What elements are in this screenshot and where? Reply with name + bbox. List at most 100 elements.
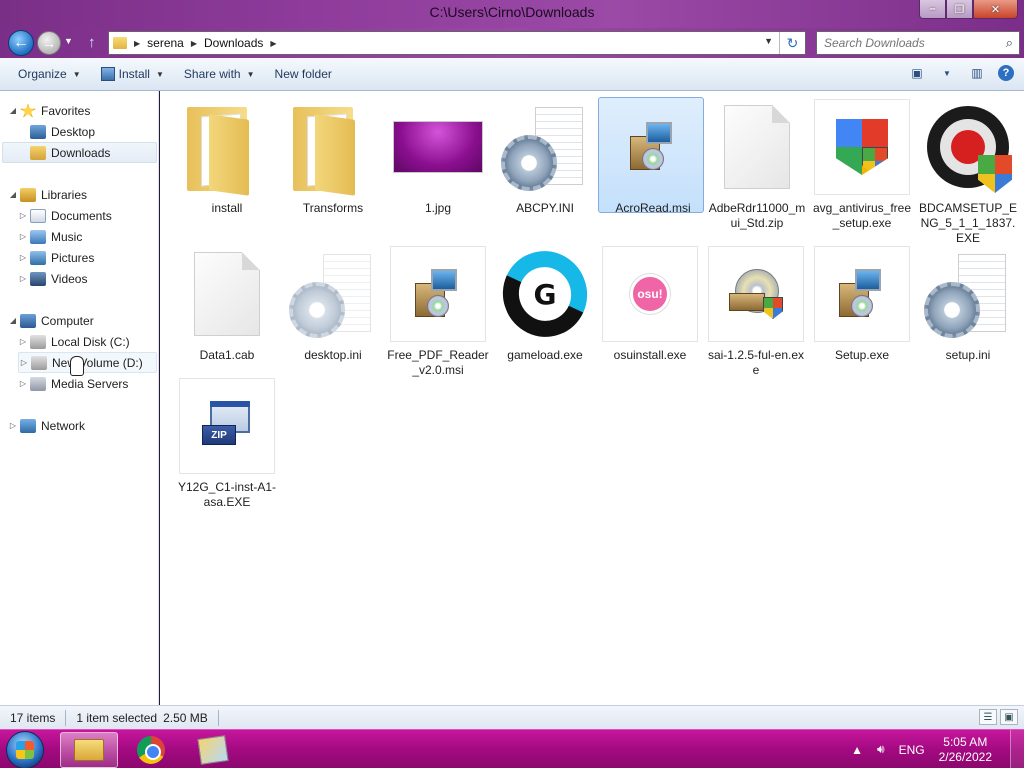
installer-icon (814, 246, 910, 342)
show-hidden-icons-button[interactable]: ▲ (851, 743, 863, 757)
file-item[interactable]: avg_antivirus_free_setup.exe (809, 99, 915, 231)
collapse-arrow-icon[interactable]: ◢ (8, 316, 18, 325)
expand-arrow-icon[interactable]: ▷ (19, 358, 29, 367)
collapse-arrow-icon[interactable]: ◢ (8, 190, 18, 199)
file-item[interactable]: setup.ini (915, 246, 1021, 363)
expand-arrow-icon[interactable]: ▷ (18, 211, 28, 220)
breadcrumb-downloads[interactable]: Downloads (204, 36, 263, 50)
sidebar-item-videos[interactable]: ▷ Videos (18, 268, 87, 289)
search-box[interactable]: ⌕ (816, 31, 1020, 55)
sidebar-item-music[interactable]: ▷ Music (18, 226, 82, 247)
share-with-button[interactable]: Share with ▼ (174, 62, 265, 86)
more-options-dropdown[interactable]: ▼ (938, 64, 956, 82)
sidebar-item-desktop[interactable]: Desktop (30, 121, 95, 142)
sidebar-label: Media Servers (51, 376, 129, 391)
breadcrumb-serena[interactable]: serena (147, 36, 184, 50)
expand-arrow-icon[interactable]: ▷ (18, 232, 28, 241)
large-icons-view-button[interactable]: ▣ (1000, 709, 1018, 725)
refresh-icon: ↻ (786, 34, 799, 51)
sidebar-item-pictures[interactable]: ▷ Pictures (18, 247, 94, 268)
address-dropdown-icon[interactable]: ▼ (764, 36, 773, 46)
file-name: AdbeRdr11000_mui_Std.zip (708, 201, 806, 230)
sidebar-item-favorites[interactable]: ◢ Favorites (8, 100, 90, 121)
file-item[interactable]: osu! osuinstall.exe (597, 246, 703, 363)
sidebar-item-downloads[interactable]: Downloads (2, 142, 157, 163)
details-view-button[interactable]: ☰ (979, 709, 997, 725)
recent-pages-dropdown[interactable]: ▼ (64, 36, 73, 46)
file-item[interactable]: Transforms (280, 99, 386, 216)
preview-pane-button[interactable]: ▥ (968, 64, 986, 82)
new-folder-button[interactable]: New folder (265, 62, 342, 86)
file-item[interactable]: ABCPY.INI (492, 99, 598, 216)
close-button[interactable]: ✕ (973, 0, 1018, 19)
file-item[interactable]: Data1.cab (174, 246, 280, 363)
explorer-icon (74, 739, 104, 761)
blank-file-icon (709, 99, 805, 195)
chevron-right-icon[interactable]: ▶ (270, 39, 276, 48)
file-item[interactable]: desktop.ini (280, 246, 386, 363)
expand-arrow-icon[interactable]: ▷ (18, 379, 28, 388)
minimize-button[interactable]: – (919, 0, 946, 19)
network-icon (20, 418, 36, 433)
drive-icon (31, 355, 47, 370)
clock[interactable]: 5:05 AM 2/26/2022 (939, 735, 992, 765)
file-item[interactable]: ZIP Y12G_C1-inst-A1-asa.EXE (174, 378, 280, 510)
zip-installer-icon: ZIP (179, 378, 275, 474)
file-list[interactable]: install Transforms 1.jpg ABCPY.INI AcroR… (160, 91, 1024, 705)
expand-arrow-icon[interactable]: ▷ (18, 274, 28, 283)
search-icon[interactable]: ⌕ (1006, 35, 1013, 51)
install-button[interactable]: Install ▼ (91, 62, 174, 86)
large-icons-view-icon: ▣ (1004, 711, 1014, 723)
file-item[interactable]: sai-1.2.5-ful-en.exe (703, 246, 809, 378)
chevron-down-icon: ▼ (72, 69, 81, 79)
forward-button[interactable]: → (37, 31, 61, 55)
language-indicator[interactable]: ENG (899, 743, 925, 757)
file-name: AcroRead.msi (615, 201, 691, 215)
back-button[interactable]: ← (8, 30, 34, 56)
help-button[interactable]: ? (998, 65, 1014, 81)
sidebar-item-libraries[interactable]: ◢ Libraries (8, 184, 87, 205)
chevron-right-icon[interactable]: ▶ (134, 39, 140, 48)
volume-icon[interactable]: 🔊︎ (877, 742, 885, 757)
search-input[interactable] (824, 36, 994, 50)
title-bar: C:\Users\Cirno\Downloads – ❐ ✕ (0, 0, 1024, 28)
view-controls: ▣ ▼ ▥ ? (908, 64, 1014, 82)
maximize-button[interactable]: ❐ (946, 0, 973, 19)
taskbar: ▲ 🔊︎ ENG 5:05 AM 2/26/2022 (0, 729, 1024, 768)
sidebar-item-network[interactable]: ▷ Network (8, 415, 85, 436)
sidebar-item-computer[interactable]: ◢ Computer (8, 310, 94, 331)
taskbar-chrome-button[interactable] (122, 732, 180, 768)
file-item[interactable]: AdbeRdr11000_mui_Std.zip (704, 99, 810, 231)
show-desktop-button[interactable] (1010, 730, 1024, 768)
chevron-right-icon[interactable]: ▶ (191, 39, 197, 48)
file-item[interactable]: install (174, 99, 280, 216)
expand-arrow-icon[interactable]: ▷ (18, 337, 28, 346)
file-item[interactable]: 1.jpg (385, 99, 491, 216)
folder-icon (285, 99, 381, 196)
sidebar-item-media-servers[interactable]: ▷ Media Servers (18, 373, 128, 394)
sidebar-label: Downloads (51, 145, 111, 160)
sidebar-item-documents[interactable]: ▷ Documents (18, 205, 112, 226)
taskbar-documents-button[interactable] (184, 732, 242, 768)
file-item[interactable]: Setup.exe (809, 246, 915, 363)
sidebar-label: New Volume (D:) (52, 355, 143, 370)
refresh-button[interactable]: ↻ (779, 32, 805, 54)
file-item[interactable]: BDCAMSETUP_ENG_5_1_1_1837.EXE (915, 99, 1021, 246)
details-view-icon: ☰ (983, 711, 993, 723)
collapse-arrow-icon[interactable]: ◢ (8, 106, 18, 115)
taskbar-explorer-button[interactable] (60, 732, 118, 768)
change-view-button[interactable]: ▣ (908, 64, 926, 82)
sidebar-item-new-volume[interactable]: ▷ New Volume (D:) (18, 352, 157, 373)
start-button[interactable] (6, 731, 44, 768)
up-one-level-button[interactable]: ↑ (88, 34, 96, 51)
back-arrow-icon: ← (13, 34, 29, 51)
expand-arrow-icon[interactable]: ▷ (8, 421, 18, 430)
expand-arrow-icon[interactable]: ▷ (18, 253, 28, 262)
organize-button[interactable]: Organize ▼ (8, 62, 91, 86)
sidebar-item-local-disk[interactable]: ▷ Local Disk (C:) (18, 331, 130, 352)
address-bar[interactable]: ▶ serena ▶ Downloads ▶ ▼ ↻ (108, 31, 806, 55)
sidebar-label: Computer (41, 313, 94, 328)
file-item[interactable]: AcroRead.msi (598, 97, 706, 216)
file-item[interactable]: G gameload.exe (490, 239, 600, 363)
file-item[interactable]: Free_PDF_Reader_v2.0.msi (385, 246, 491, 378)
